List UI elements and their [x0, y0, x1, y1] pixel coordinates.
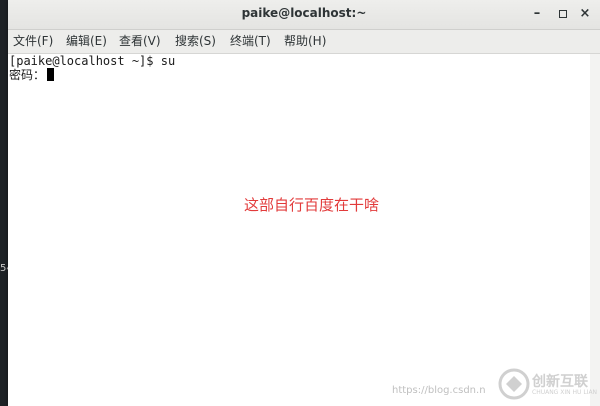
window-title: paike@localhost:~ [241, 6, 367, 20]
maximize-button[interactable] [552, 4, 574, 24]
titlebar[interactable]: paike@localhost:~ – × [8, 0, 600, 30]
desktop-edge-text: 54 [0, 263, 8, 274]
menu-edit[interactable]: 编辑(E) [66, 33, 107, 50]
minimize-button[interactable]: – [526, 4, 548, 24]
menu-help[interactable]: 帮助(H) [284, 33, 326, 50]
menu-terminal[interactable]: 终端(T) [230, 33, 271, 50]
terminal-window: paike@localhost:~ – × 文件(F) 编辑(E) 查看(V) … [8, 0, 600, 406]
terminal-line-password: 密码： [9, 68, 55, 82]
terminal-line-prompt: [paike@localhost ~]$ su [9, 54, 176, 68]
scrollbar[interactable] [590, 54, 600, 406]
password-prompt: 密码： [9, 68, 46, 82]
red-annotation: 这部自行百度在干啥 [244, 196, 380, 214]
desktop-background [0, 0, 8, 406]
logo-name: 创新互联 [532, 374, 588, 390]
watermark-url: https://blog.csdn.n [392, 385, 486, 396]
maximize-icon [559, 9, 567, 18]
close-button[interactable]: × [574, 4, 596, 24]
menu-view[interactable]: 查看(V) [119, 33, 161, 50]
terminal-cursor [47, 68, 55, 81]
menu-search[interactable]: 搜索(S) [175, 33, 216, 50]
logo-subtitle: CHUANG XIN HU LIAN [532, 389, 598, 396]
terminal-area[interactable]: [paike@localhost ~]$ su 密码： 这部自行百度在干啥 [8, 54, 600, 406]
menubar: 文件(F) 编辑(E) 查看(V) 搜索(S) 终端(T) 帮助(H) [8, 30, 600, 54]
menu-file[interactable]: 文件(F) [13, 33, 53, 50]
